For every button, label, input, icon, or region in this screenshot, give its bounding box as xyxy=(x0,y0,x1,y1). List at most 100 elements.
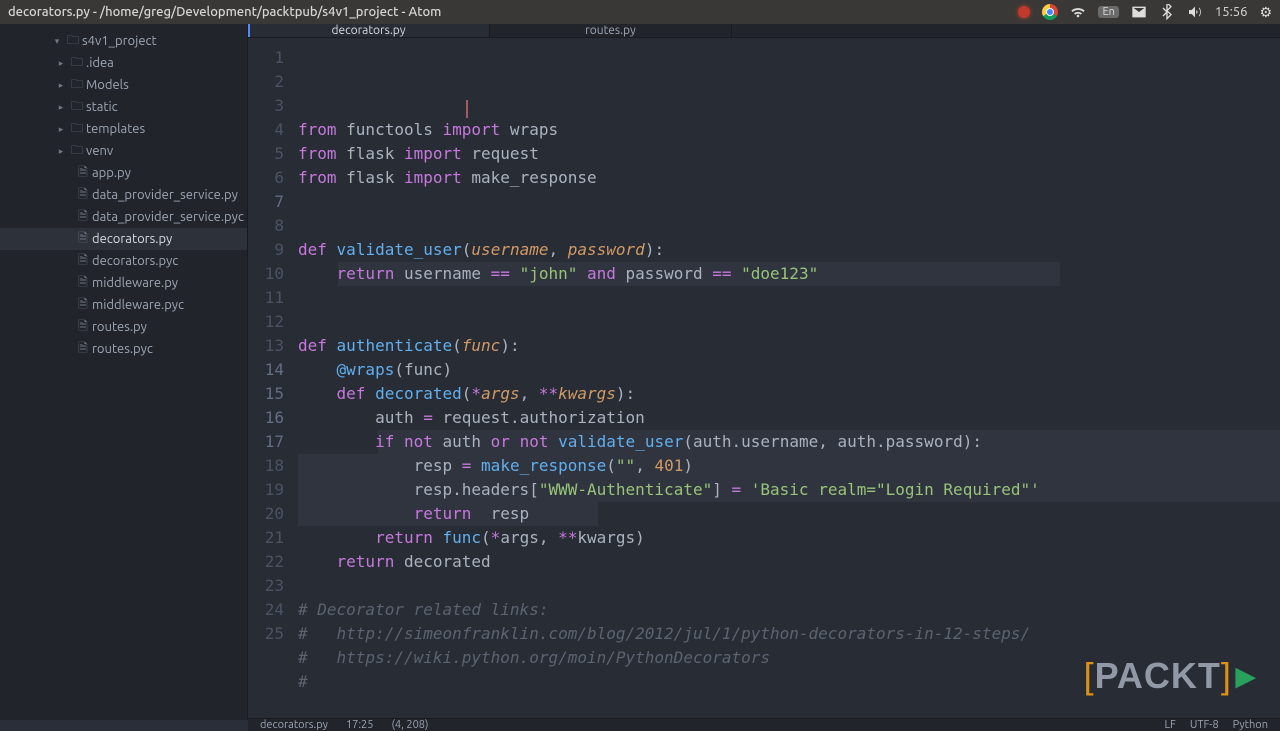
file-middleware-pyc[interactable]: 🗎middleware.pyc xyxy=(0,294,247,316)
tabbar[interactable]: decorators.pyroutes.py xyxy=(248,24,1280,38)
folder-icon: 🗀 xyxy=(68,141,86,162)
code-line-19[interactable]: return decorated xyxy=(298,550,1280,574)
code-line-5[interactable] xyxy=(298,214,1280,238)
titlebar: decorators.py - /home/greg/Development/p… xyxy=(0,0,1280,24)
file-icon: 🗎 xyxy=(74,207,92,228)
chevron-right-icon[interactable]: ▸ xyxy=(54,102,68,113)
folder-templates[interactable]: ▸🗀templates xyxy=(0,118,247,140)
code-line-12[interactable]: def decorated(*args, **kwargs): xyxy=(298,382,1280,406)
code-line-20[interactable] xyxy=(298,574,1280,598)
code-line-13[interactable]: auth = request.authorization xyxy=(298,406,1280,430)
language-indicator[interactable]: En xyxy=(1098,6,1118,18)
status-encoding[interactable]: UTF-8 xyxy=(1190,719,1219,731)
file-tree[interactable]: ▾ 🗀 s4v1_project ▸🗀.idea▸🗀Models▸🗀static… xyxy=(0,24,248,720)
app-frame: ▾ 🗀 s4v1_project ▸🗀.idea▸🗀Models▸🗀static… xyxy=(0,24,1280,720)
code-line-18[interactable]: return func(*args, **kwargs) xyxy=(298,526,1280,550)
gear-icon[interactable]: ⚙ xyxy=(1259,4,1272,21)
file-label: routes.pyc xyxy=(92,342,153,356)
editor[interactable]: 1234567891011121314151617181920212223242… xyxy=(248,38,1280,718)
file-icon: 🗎 xyxy=(74,317,92,338)
code-line-16[interactable]: resp.headers["WWW-Authenticate"] = 'Basi… xyxy=(298,478,1280,502)
folder-venv[interactable]: ▸🗀venv xyxy=(0,140,247,162)
file-label: decorators.py xyxy=(92,232,172,246)
main-panel: decorators.pyroutes.py 12345678910111213… xyxy=(248,24,1280,720)
file-icon: 🗎 xyxy=(74,185,92,206)
file-decorators-pyc[interactable]: 🗎decorators.pyc xyxy=(0,250,247,272)
status-time: 17:25 xyxy=(346,719,374,731)
code-line-8[interactable] xyxy=(298,286,1280,310)
chevron-right-icon[interactable]: ▸ xyxy=(54,124,68,135)
status-file[interactable]: decorators.py xyxy=(260,719,328,731)
folder-icon: 🗀 xyxy=(68,75,86,96)
status-lang[interactable]: Python xyxy=(1233,719,1268,731)
tab-decorators-py[interactable]: decorators.py xyxy=(248,24,490,37)
code-line-22[interactable]: # http://simeonfranklin.com/blog/2012/ju… xyxy=(298,622,1280,646)
file-icon: 🗎 xyxy=(74,339,92,360)
bluetooth-icon[interactable] xyxy=(1159,4,1175,20)
file-label: routes.py xyxy=(92,320,147,334)
file-routes-py[interactable]: 🗎routes.py xyxy=(0,316,247,338)
window-title: decorators.py - /home/greg/Development/p… xyxy=(8,5,441,19)
folder-label: .idea xyxy=(86,56,114,70)
file-icon: 🗎 xyxy=(74,273,92,294)
code-line-2[interactable]: from flask import request xyxy=(298,142,1280,166)
file-label: middleware.py xyxy=(92,276,178,290)
code-line-1[interactable]: from functools import wraps xyxy=(298,118,1280,142)
code-line-4[interactable] xyxy=(298,190,1280,214)
record-icon[interactable] xyxy=(1018,6,1030,18)
code-line-10[interactable]: def authenticate(func): xyxy=(298,334,1280,358)
code-line-14[interactable]: if not auth or not validate_user(auth.us… xyxy=(298,430,1280,454)
file-decorators-py[interactable]: 🗎decorators.py xyxy=(0,228,247,250)
file-app-py[interactable]: 🗎app.py xyxy=(0,162,247,184)
file-label: middleware.pyc xyxy=(92,298,184,312)
folder-static[interactable]: ▸🗀static xyxy=(0,96,247,118)
code-line-15[interactable]: resp = make_response("", 401) xyxy=(298,454,1280,478)
code-line-3[interactable]: from flask import make_response xyxy=(298,166,1280,190)
folder-.idea[interactable]: ▸🗀.idea xyxy=(0,52,247,74)
chevron-right-icon[interactable]: ▸ xyxy=(54,80,68,91)
chevron-down-icon[interactable]: ▾ xyxy=(50,36,64,47)
code-line-17[interactable]: return resp xyxy=(298,502,1280,526)
code-line-6[interactable]: def validate_user(username, password): xyxy=(298,238,1280,262)
file-icon: 🗎 xyxy=(74,251,92,272)
status-pos: (4, 208) xyxy=(391,719,428,731)
volume-icon[interactable] xyxy=(1187,4,1203,20)
folder-Models[interactable]: ▸🗀Models xyxy=(0,74,247,96)
folder-label: Models xyxy=(86,78,129,92)
file-data_provider_service-pyc[interactable]: 🗎data_provider_service.pyc xyxy=(0,206,247,228)
folder-icon: 🗀 xyxy=(68,53,86,74)
packt-logo: [PACKT]▸ xyxy=(1084,664,1256,688)
mail-icon[interactable] xyxy=(1131,4,1147,20)
chevron-right-icon[interactable]: ▸ xyxy=(54,146,68,157)
file-icon: 🗎 xyxy=(74,229,92,250)
folder-icon: 🗀 xyxy=(64,31,82,52)
folder-label: templates xyxy=(86,122,145,136)
file-icon: 🗎 xyxy=(74,163,92,184)
folder-icon: 🗀 xyxy=(68,97,86,118)
wifi-icon[interactable] xyxy=(1070,4,1086,20)
line-gutter: 1234567891011121314151617181920212223242… xyxy=(248,38,298,718)
file-routes-pyc[interactable]: 🗎routes.pyc xyxy=(0,338,247,360)
clock[interactable]: 15:56 xyxy=(1215,5,1248,19)
code-line-25[interactable] xyxy=(298,694,1280,718)
code-line-7[interactable]: return username == "john" and password =… xyxy=(298,262,1280,286)
system-tray: En 15:56 ⚙ xyxy=(1018,4,1272,21)
file-label: data_provider_service.pyc xyxy=(92,210,244,224)
file-icon: 🗎 xyxy=(74,295,92,316)
file-label: data_provider_service.py xyxy=(92,188,238,202)
tab-routes-py[interactable]: routes.py xyxy=(490,24,732,37)
chevron-right-icon[interactable]: ▸ xyxy=(54,58,68,69)
chrome-icon[interactable] xyxy=(1042,4,1058,20)
code-line-21[interactable]: # Decorator related links: xyxy=(298,598,1280,622)
file-data_provider_service-py[interactable]: 🗎data_provider_service.py xyxy=(0,184,247,206)
file-middleware-py[interactable]: 🗎middleware.py xyxy=(0,272,247,294)
folder-label: static xyxy=(86,100,118,114)
code-line-11[interactable]: @wraps(func) xyxy=(298,358,1280,382)
status-eol[interactable]: LF xyxy=(1164,719,1175,731)
folder-label: venv xyxy=(86,144,113,158)
file-label: app.py xyxy=(92,166,131,180)
code-area[interactable]: from functools import wrapsfrom flask im… xyxy=(298,38,1280,718)
folder-icon: 🗀 xyxy=(68,119,86,140)
code-line-9[interactable] xyxy=(298,310,1280,334)
project-root[interactable]: ▾ 🗀 s4v1_project xyxy=(0,30,247,52)
